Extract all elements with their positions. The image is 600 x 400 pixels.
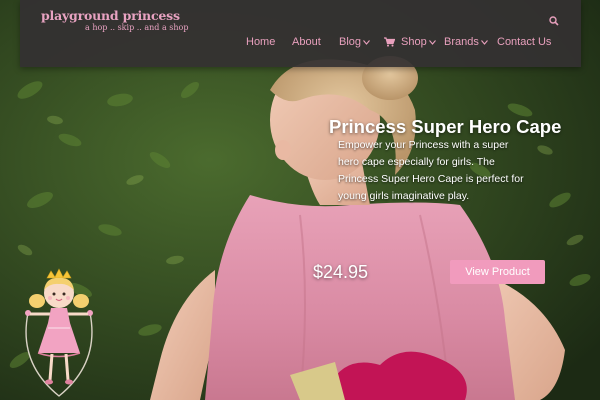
nav-item-label: Contact Us: [497, 36, 552, 48]
chevron-down-icon: [428, 39, 436, 45]
brand-logo[interactable]: playground princess a hop .. skip .. and…: [41, 8, 188, 32]
chevron-down-icon: [480, 39, 488, 45]
nav-item-label: Blog: [339, 36, 362, 48]
nav-item-blog[interactable]: Blog: [339, 36, 370, 48]
view-product-button[interactable]: View Product: [450, 260, 545, 284]
nav-item-brands[interactable]: Brands: [444, 36, 488, 48]
product-price: $24.95: [313, 262, 369, 282]
main-navigation: Home About Blog Shop Brands Contact Us: [20, 36, 581, 54]
brand-name: playground princess: [41, 8, 180, 23]
nav-item-label: Brands: [444, 36, 479, 48]
product-title: Princess Super Hero Cape: [329, 116, 562, 137]
nav-item-contact-us[interactable]: Contact Us: [497, 36, 551, 48]
princess-mascot-illustration: [20, 268, 98, 400]
product-description: Empower your Princess with a super hero …: [338, 139, 524, 202]
search-icon[interactable]: [548, 14, 560, 26]
cart-icon: [384, 37, 395, 47]
nav-item-shop[interactable]: Shop: [382, 36, 436, 48]
site-header: playground princess a hop .. skip .. and…: [20, 0, 581, 67]
nav-item-label: About: [292, 36, 321, 48]
brand-tagline: a hop .. skip .. and a shop: [85, 23, 189, 32]
nav-item-home[interactable]: Home: [246, 36, 275, 48]
nav-item-about[interactable]: About: [292, 36, 321, 48]
nav-item-label: Home: [246, 36, 276, 48]
nav-item-label: Shop: [401, 36, 427, 48]
chevron-down-icon: [363, 39, 370, 45]
